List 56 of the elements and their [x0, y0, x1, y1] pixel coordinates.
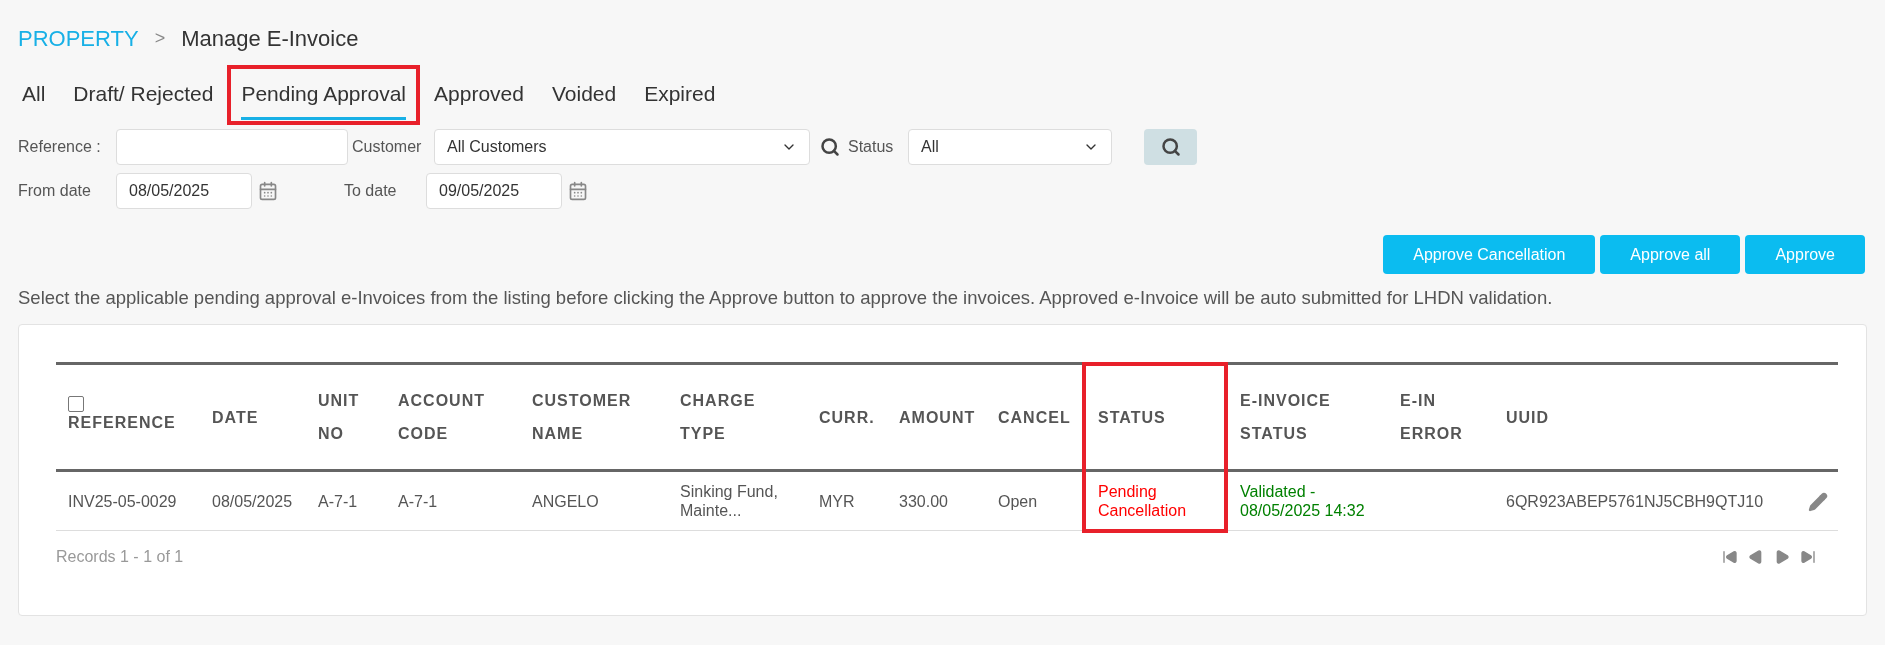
- customer-select[interactable]: All Customers: [434, 129, 810, 165]
- search-icon: [1160, 137, 1181, 157]
- table-cell: Pending Cancellation: [1098, 482, 1187, 519]
- first-page-icon[interactable]: [1722, 548, 1738, 565]
- info-text: Select the applicable pending approval e-Invoices from the listing before clicking the Approve button to approve the invoices. Approved e-Invoice will be auto submitted for LHDN validation.: [18, 286, 1554, 310]
- table-cell: INV25-05-0029: [68, 492, 177, 510]
- column-header: UNIT NO: [306, 363, 386, 471]
- column-header: DATE: [200, 363, 306, 471]
- tab[interactable]: Approved: [420, 65, 538, 125]
- column-header: E-INVOICE STATUS: [1226, 363, 1388, 471]
- table-cell: Open: [998, 492, 1038, 510]
- status-label: Status: [848, 137, 895, 157]
- tab[interactable]: All: [18, 65, 60, 125]
- tab[interactable]: Expired: [630, 65, 730, 125]
- table-cell: Sinking Fund, Mainte...: [680, 483, 778, 520]
- calendar-icon[interactable]: [568, 181, 588, 201]
- reference-field[interactable]: [116, 129, 348, 165]
- table-cell: ANGELO: [532, 492, 599, 510]
- column-header: REFERENCE: [56, 363, 200, 471]
- tab[interactable]: Pending Approval: [227, 65, 421, 125]
- tab[interactable]: Voided: [537, 65, 631, 125]
- reference-label: Reference :: [18, 137, 102, 157]
- search-button[interactable]: [1144, 129, 1197, 165]
- table-cell: MYR: [819, 492, 855, 510]
- table-cell: Validated - 08/05/2025 14:32: [1240, 483, 1365, 520]
- to-date-field[interactable]: 09/05/2025: [426, 173, 562, 209]
- table-cell: 330.00: [899, 492, 948, 510]
- from-date-label: From date: [18, 181, 92, 201]
- records-count: Records 1 - 1 of 1: [56, 546, 184, 567]
- column-header: CHARGE TYPE: [668, 363, 807, 471]
- status-select[interactable]: All: [908, 129, 1112, 165]
- column-header: CANCEL: [986, 363, 1084, 471]
- page-title: Manage E-Invoice: [181, 25, 359, 53]
- last-page-icon[interactable]: [1800, 548, 1816, 565]
- breadcrumb-separator: >: [154, 27, 166, 50]
- calendar-icon[interactable]: [258, 181, 278, 201]
- from-date-field[interactable]: 08/05/2025: [116, 173, 252, 209]
- tab[interactable]: Draft/ Rejected: [59, 65, 228, 125]
- column-header: CUSTOMER NAME: [520, 363, 668, 471]
- table-cell: 08/05/2025: [212, 492, 293, 510]
- select-all-checkbox[interactable]: [68, 395, 84, 412]
- column-header: UUID: [1494, 363, 1788, 471]
- column-header: CURR.: [807, 363, 887, 471]
- table-cell: A-7-1: [398, 492, 438, 510]
- previous-page-icon[interactable]: [1748, 548, 1764, 565]
- column-header: E-IN ERROR: [1388, 363, 1494, 471]
- table-cell: A-7-1: [318, 492, 358, 510]
- customer-label: Customer: [352, 137, 423, 157]
- column-header: STATUS: [1084, 363, 1226, 471]
- next-page-icon[interactable]: [1774, 548, 1790, 565]
- to-date-label: To date: [344, 181, 398, 201]
- column-header: ACCOUNT CODE: [386, 363, 520, 471]
- column-header: AMOUNT: [887, 363, 986, 471]
- table-cell: 6QR923ABEP5761NJ5CBH9QTJ10: [1506, 492, 1764, 510]
- search-icon[interactable]: [820, 137, 840, 157]
- edit-icon[interactable]: [1808, 492, 1828, 512]
